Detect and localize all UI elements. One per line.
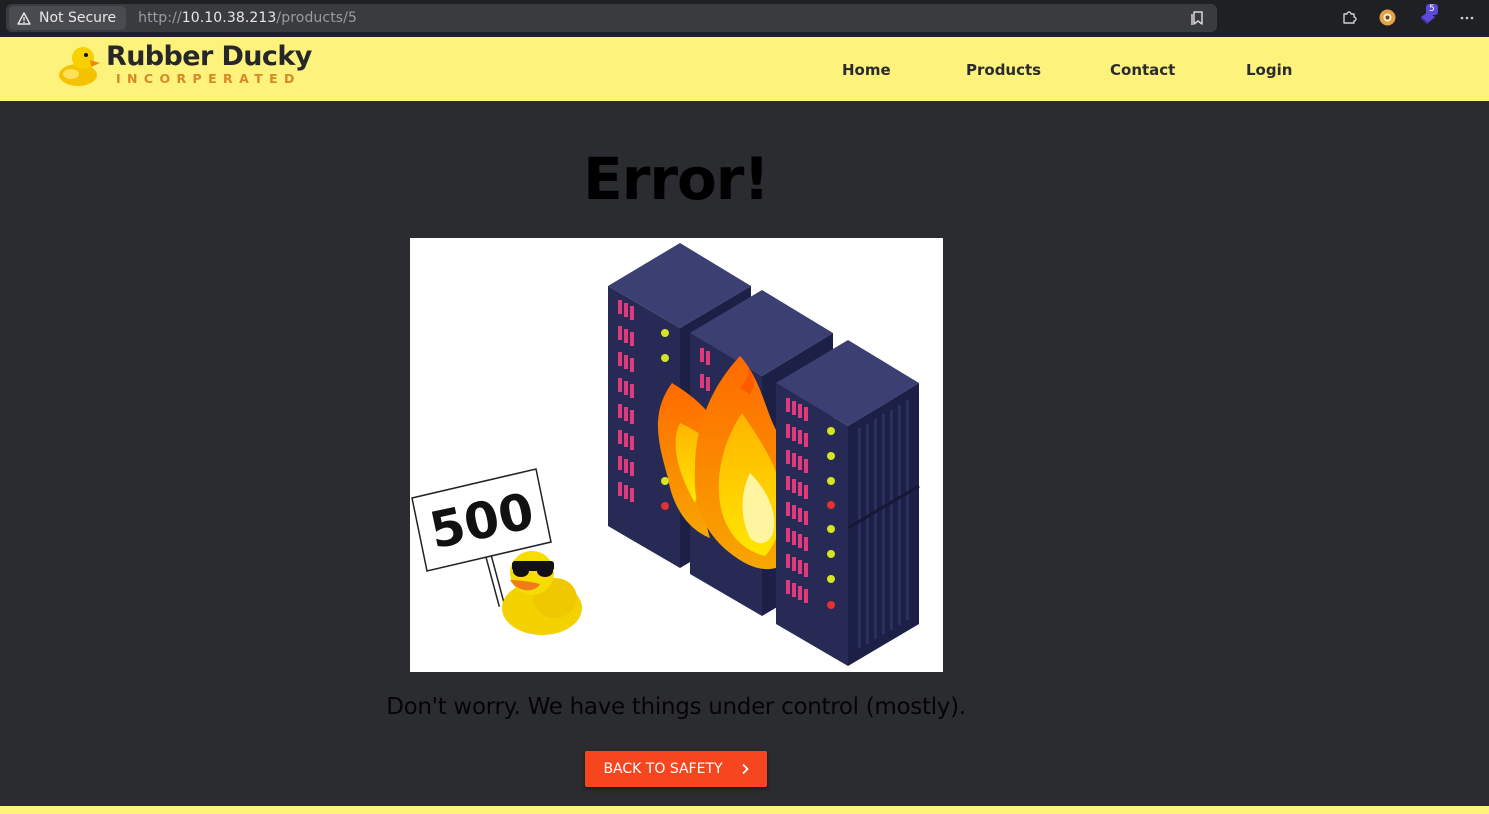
extensions-puzzle-icon[interactable] bbox=[1341, 9, 1357, 25]
url-scheme: http:// bbox=[138, 10, 182, 26]
more-menu-icon[interactable] bbox=[1460, 16, 1474, 20]
brand-logo[interactable]: Rubber Ducky INCORPERATED bbox=[57, 42, 312, 88]
extension-badge: 5 bbox=[1426, 4, 1438, 15]
warning-triangle-icon bbox=[17, 11, 31, 25]
address-bar[interactable]: Not Secure http://10.10.38.213/products/… bbox=[6, 4, 1217, 32]
rubber-duck-icon: 500 bbox=[411, 468, 582, 635]
browser-toolbar: Not Secure http://10.10.38.213/products/… bbox=[0, 0, 1489, 37]
profile-icon[interactable] bbox=[1379, 9, 1396, 26]
server-rack-icon bbox=[776, 340, 920, 666]
chevron-right-icon bbox=[741, 763, 749, 775]
nav-home[interactable]: Home bbox=[842, 61, 891, 79]
reader-mode-icon[interactable] bbox=[1191, 10, 1205, 26]
back-to-safety-button[interactable]: BACK TO SAFETY bbox=[585, 751, 767, 787]
security-label: Not Secure bbox=[39, 10, 117, 26]
brand-name: Rubber Ducky bbox=[106, 41, 312, 72]
back-to-safety-label: BACK TO SAFETY bbox=[603, 761, 723, 777]
security-indicator[interactable]: Not Secure bbox=[9, 6, 127, 30]
rubber-duck-logo-icon bbox=[59, 47, 100, 86]
site-header: Rubber Ducky INCORPERATED Home Products … bbox=[0, 37, 1489, 101]
url-host: 10.10.38.213 bbox=[181, 10, 277, 26]
page-title: Error! bbox=[583, 145, 770, 213]
nav-login[interactable]: Login bbox=[1246, 61, 1292, 79]
server-fire-illustration: 500 bbox=[411, 243, 920, 666]
error-message: Don't worry. We have things under contro… bbox=[386, 694, 966, 720]
brand-subtitle: INCORPERATED bbox=[116, 71, 301, 86]
url-path: /products/5 bbox=[276, 10, 358, 26]
footer-bar bbox=[0, 806, 1489, 814]
url-text[interactable]: http://10.10.38.213/products/5 bbox=[138, 10, 357, 26]
nav-products[interactable]: Products bbox=[966, 61, 1041, 79]
nav-contact[interactable]: Contact bbox=[1110, 61, 1175, 79]
error-illustration: 500 bbox=[410, 238, 943, 672]
